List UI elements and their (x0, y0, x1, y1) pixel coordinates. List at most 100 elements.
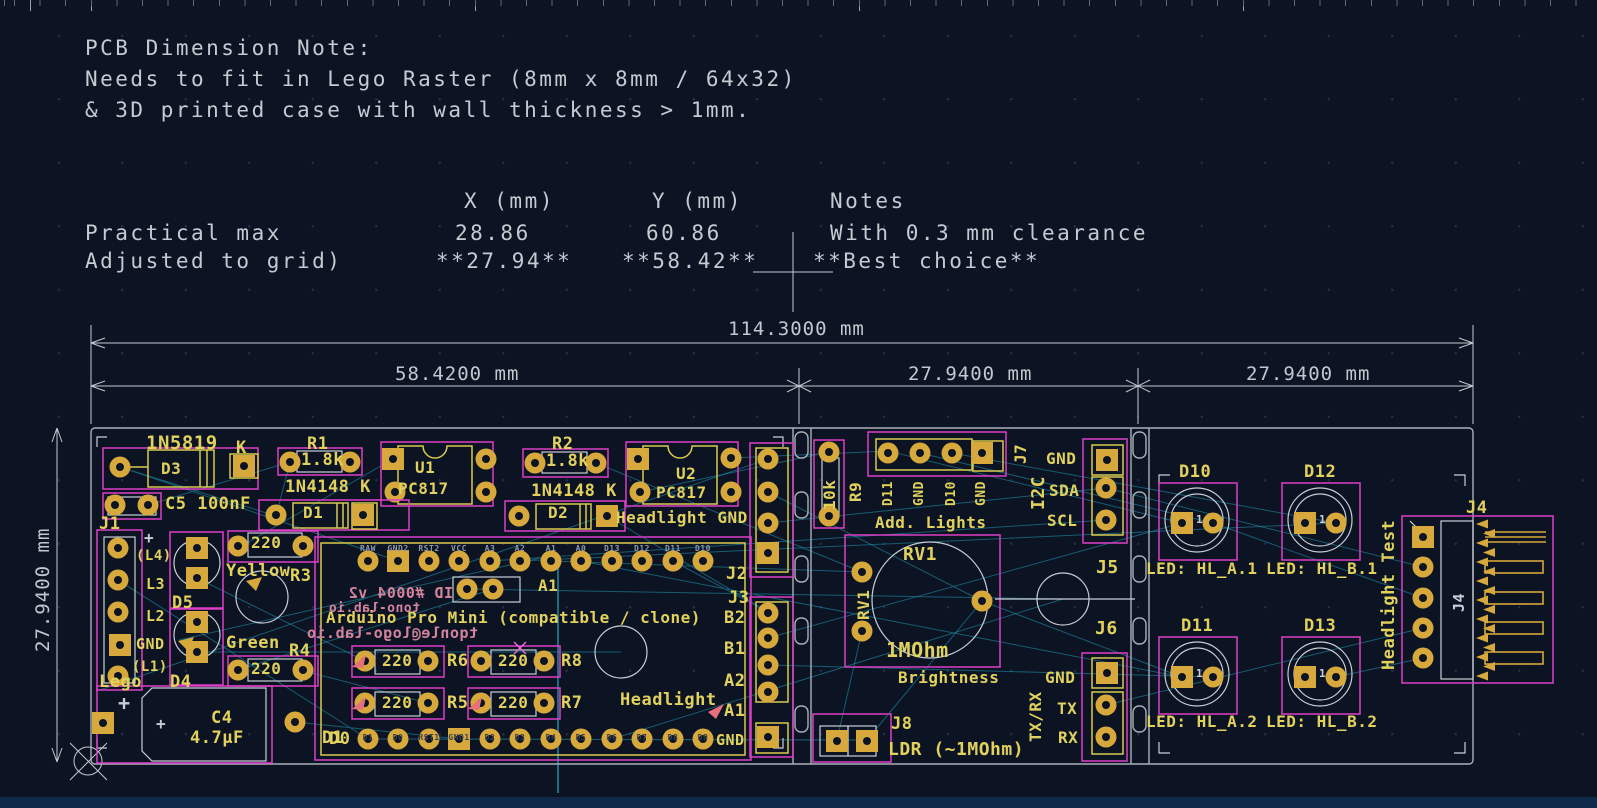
silk-label-d2: D2 (548, 505, 568, 521)
table-cell: **Best choice** (813, 249, 1040, 273)
silk-label-gnd: GND (913, 481, 926, 506)
silk-label-d11: D11 (882, 481, 895, 506)
silk-label-gnd2: GND2 (387, 545, 408, 553)
table-header-notes: Notes (830, 189, 906, 213)
silk-label-d13: D13 (604, 545, 620, 553)
silk-label-ldr-1mohm: LDR (~1MOhm) (888, 741, 1024, 759)
component-j3[interactable] (750, 597, 793, 757)
silk-label-gnd: GND (716, 733, 745, 748)
silk-label-a2: A2 (515, 545, 526, 553)
silk-label-d1: D1 (303, 505, 323, 521)
silk-label-d13: D13 (1304, 618, 1336, 635)
silk-label-r6: R6 (447, 653, 468, 670)
silk-label-r8: R8 (561, 653, 582, 670)
table-cell: **58.42** (622, 249, 758, 273)
silk-label-brightness: Brightness (898, 670, 999, 686)
silk-label-: + (144, 530, 154, 546)
silk-label-j6: J6 (1095, 620, 1118, 638)
silk-label-headlight-gnd: Headlight GND (616, 510, 748, 526)
silk-label-a2: A2 (724, 673, 745, 690)
silk-label-d10: D10 (695, 545, 711, 553)
silk-label-d10: D10 (1179, 464, 1211, 481)
component-j4-headlight-test[interactable] (1402, 516, 1553, 683)
silk-label-d3: D3 (515, 734, 526, 742)
silk-label-d0: D0 (393, 734, 404, 742)
silk-label-1mohm: 1MOhm (886, 640, 949, 660)
note-line-2: Needs to fit in Lego Raster (8mm x 8mm /… (85, 67, 797, 91)
silk-label-a1: A1 (546, 545, 557, 553)
silk-label-i2c: I2C (1030, 476, 1048, 510)
silk-label-j2: J2 (726, 566, 747, 583)
silk-label-1: 1 (1196, 514, 1203, 525)
silk-label-rv1: RV1 (903, 546, 937, 564)
silk-label-raw: RAW (360, 545, 376, 553)
silk-label-220: 220 (251, 535, 281, 551)
pcb-editor-canvas[interactable]: PCB Dimension Note: Needs to fit in Lego… (0, 0, 1597, 808)
silk-label-a3: A3 (485, 545, 496, 553)
silk-label-d12: D12 (1304, 464, 1336, 481)
note-line-3: & 3D printed case with wall thickness > … (85, 98, 751, 122)
silk-label-rst2: RST2 (418, 545, 439, 553)
silk-label-10k: 10k (822, 480, 838, 510)
silk-label-d4: D4 (546, 734, 557, 742)
silk-label-k: K (236, 440, 247, 457)
component-j6-txrx[interactable] (1082, 653, 1127, 761)
component-d1[interactable] (259, 500, 409, 530)
silk-label-220: 220 (382, 653, 412, 669)
silk-label-j1: J1 (99, 516, 120, 533)
silk-label-l3: L3 (146, 577, 165, 592)
silk-label-j3: J3 (728, 590, 749, 607)
silk-label-a0: A0 (576, 545, 587, 553)
table-cell: With 0.3 mm clearance (830, 221, 1148, 245)
silk-label-c4: C4 (211, 710, 232, 727)
bottom-bar (0, 797, 1597, 808)
silk-label-d5: D5 (172, 595, 193, 612)
silk-label-r3: R3 (290, 568, 311, 585)
dimension-section-left: 58.4200 mm (395, 363, 519, 385)
silk-label-: + (118, 693, 131, 713)
silk-label-d6: D6 (607, 734, 618, 742)
component-j7[interactable] (868, 432, 1006, 476)
silk-label-220: 220 (498, 653, 528, 669)
silk-label-d11: D11 (665, 545, 681, 553)
silk-label-d11: D11 (1181, 618, 1213, 635)
silk-label-1n4148-k: 1N4148 K (285, 479, 371, 496)
dimension-board-height: 27.9400 mm (32, 528, 54, 652)
silk-label-gnd: GND (1046, 451, 1076, 467)
silk-label-vcc: VCC (451, 545, 467, 553)
table-header-y: Y (mm) (652, 189, 743, 213)
component-j5-i2c[interactable] (1083, 439, 1127, 543)
table-cell: 60.86 (646, 221, 722, 245)
component-arduino-pro-mini[interactable] (315, 537, 751, 760)
silk-label-1-8k: 1.8k (546, 453, 589, 470)
silk-label-add-lights: Add. Lights (875, 515, 986, 531)
silk-label-j7: J7 (1013, 444, 1029, 464)
silk-label-tqonle-logo-lab-io: tqonle@logo-lab.io (306, 626, 478, 641)
dimension-section-mid: 27.9400 mm (908, 363, 1032, 385)
silk-label-sda: SDA (1049, 483, 1079, 499)
table-cell: **27.94** (436, 249, 572, 273)
silk-label-b1: B1 (724, 641, 745, 658)
table-row-label: Adjusted to grid) (85, 249, 342, 273)
silk-label-220: 220 (498, 695, 528, 711)
component-j8-ldr[interactable] (813, 714, 891, 762)
silk-label-r9: R9 (848, 482, 864, 502)
silk-label-r5: R5 (447, 695, 468, 712)
silk-label-1n5819: 1N5819 (146, 434, 218, 453)
silk-label-d9: D9 (698, 734, 709, 742)
silk-label-pc817: PC817 (656, 485, 707, 501)
silk-label-tono-lab-io: tono-lab.io (328, 602, 420, 615)
silk-label-d5: D5 (576, 734, 587, 742)
silk-label-led-hl-a-1: LED: HL_A.1 (1146, 561, 1257, 577)
silk-label-a1: A1 (724, 703, 745, 720)
silk-label-j4: J4 (1466, 500, 1487, 517)
silk-label-tx-rx: TX/RX (1028, 691, 1044, 742)
silk-label-220: 220 (382, 695, 412, 711)
silk-label-rv1: RV1 (856, 590, 872, 620)
silk-label-headlight: Headlight (620, 692, 717, 709)
component-j2[interactable] (750, 443, 793, 577)
note-line-1: PCB Dimension Note: (85, 36, 373, 60)
silk-label-j4: J4 (1452, 593, 1467, 612)
j4-pin-arrows (1476, 520, 1495, 681)
silk-label-u2: U2 (676, 466, 696, 482)
